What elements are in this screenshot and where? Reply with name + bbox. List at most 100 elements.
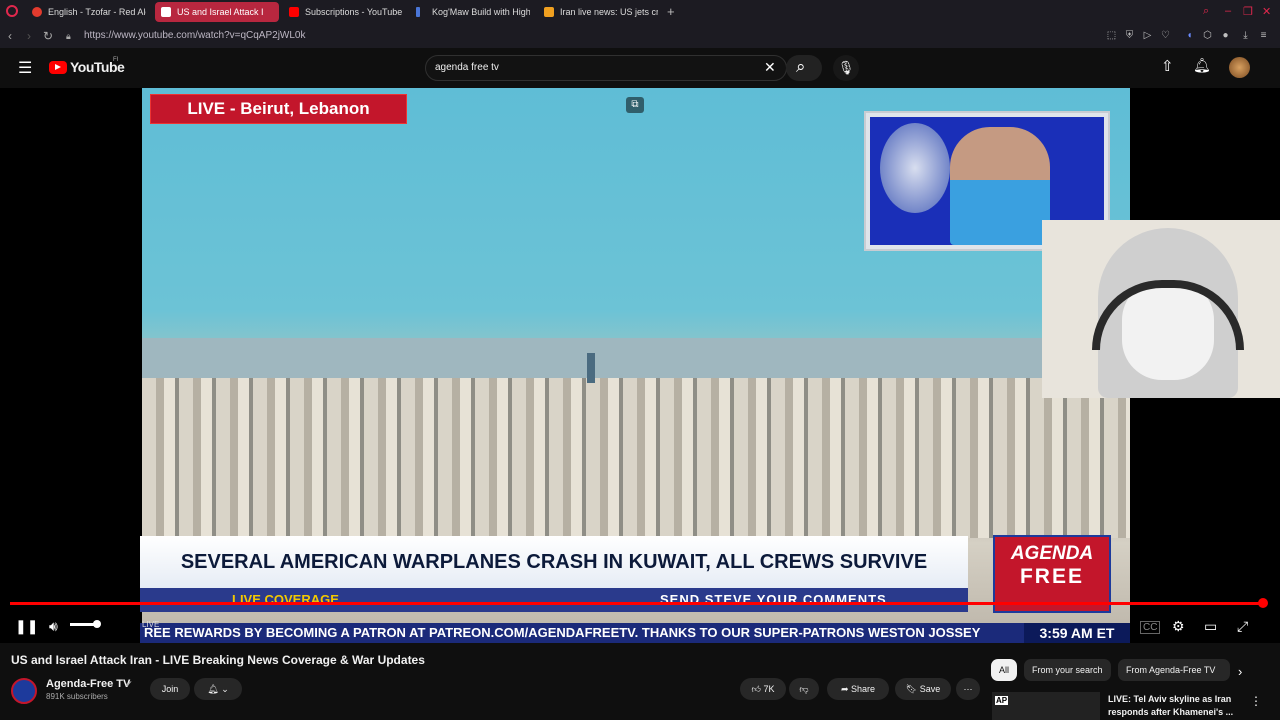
progress-scrubber[interactable] [1258, 598, 1268, 608]
tab-tzofar[interactable]: English - Tzofar - Red Alert [26, 2, 146, 22]
save-button[interactable]: 🔖︎ Save [895, 678, 951, 700]
captions-icon[interactable]: CC [1140, 621, 1161, 634]
miniplayer-icon[interactable]: ⧉ [626, 97, 644, 113]
youtube-logo-play-icon [55, 64, 61, 70]
recommendation-menu-icon[interactable]: ⋮ [1250, 694, 1262, 708]
heart-icon[interactable]: ♡ [1160, 30, 1171, 41]
download-icon[interactable]: ⤓ [1240, 30, 1251, 41]
volume-icon[interactable]: 🔊︎ [49, 618, 58, 635]
skyline-buildings [142, 378, 1130, 538]
hamburger-menu-icon[interactable]: ☰ [18, 58, 32, 78]
search-icon: ⌕ [796, 57, 806, 76]
tab-current-video[interactable]: US and Israel Attack I [155, 2, 279, 22]
fullscreen-icon[interactable]: ⤢ [1237, 618, 1248, 635]
video-title: US and Israel Attack Iran - LIVE Breakin… [11, 653, 425, 667]
recommendation-title-line2[interactable]: responds after Khamenei's ... [1108, 707, 1233, 717]
notifications-bell-icon[interactable]: 🔔︎ [1193, 57, 1211, 74]
wallet-icon[interactable]: ⬡ [1202, 30, 1213, 41]
tab-title: Kog'Maw Build with Highe [432, 7, 530, 17]
tab-title: English - Tzofar - Red Alert [48, 7, 146, 17]
channel-avatar[interactable] [11, 678, 37, 704]
profile-icon[interactable]: ● [1220, 30, 1231, 41]
filter-chip-all[interactable]: All [991, 659, 1018, 681]
voice-search-icon[interactable]: 🎙︎ [833, 55, 859, 81]
minimize-icon[interactable]: – [1225, 5, 1231, 17]
tower [587, 353, 595, 383]
tab-title: Iran live news: US jets cra [560, 7, 658, 17]
headline-text: SEVERAL AMERICAN WARPLANES CRASH IN KUWA… [180, 551, 928, 573]
subscriber-count: 891K subscribers [46, 692, 108, 701]
close-window-icon[interactable]: ✕ [1262, 5, 1271, 18]
play-icon[interactable]: ▷ [1142, 30, 1153, 41]
country-code: FI [113, 57, 119, 63]
create-upload-icon[interactable]: ⇧ [1161, 57, 1174, 75]
host-figure [950, 127, 1050, 245]
reload-icon[interactable]: ↻ [43, 29, 53, 43]
ticker-clock: 3:59 AM ET [1024, 623, 1130, 643]
news-ticker: REE REWARDS BY BECOMING A PATRON AT PATR… [140, 623, 1130, 643]
snapshot-icon[interactable]: ⬚ [1106, 30, 1117, 41]
join-button[interactable]: Join [150, 678, 190, 700]
like-button[interactable]: 👍︎ 7K [740, 678, 786, 700]
logo-line2: FREE [1019, 565, 1084, 588]
filter-label: All [999, 665, 1010, 675]
globe-graphic [880, 123, 950, 213]
subscribed-bell-button[interactable]: 🔔︎ ⌄ [194, 678, 242, 700]
tab-iran-news[interactable]: Iran live news: US jets cra [538, 2, 658, 22]
location-banner: LIVE - Beirut, Lebanon [150, 94, 407, 124]
shield-icon[interactable]: ⛨ [1124, 30, 1135, 41]
video-player[interactable]: LIVE - Beirut, Lebanon ⧉ SEVERAL AMERICA… [0, 88, 1280, 643]
url-field[interactable]: https://www.youtube.com/watch?v=qCqAP2jW… [84, 30, 306, 41]
search-value: agenda free tv [435, 62, 499, 73]
tab-subscriptions[interactable]: Subscriptions - YouTube [283, 2, 403, 22]
dislike-button[interactable]: 👎︎ [789, 678, 819, 700]
filter-chip-from-channel[interactable]: From Agenda-Free TV [1118, 659, 1230, 681]
volume-knob[interactable] [93, 620, 101, 628]
save-label: Save [919, 684, 941, 694]
speaker-icon [161, 7, 171, 17]
verified-icon: ✔ [125, 679, 133, 689]
restore-icon[interactable]: ❐ [1243, 5, 1253, 18]
channel-name[interactable]: Agenda-Free TV [46, 678, 130, 690]
search-input[interactable]: agenda free tv ✕ [425, 55, 787, 81]
search-button[interactable]: ⌕ [786, 55, 822, 81]
filter-chip-from-search[interactable]: From your search [1024, 659, 1111, 681]
share-icon: ➦ [840, 684, 851, 694]
bookmark-icon: 🔖︎ [905, 684, 920, 694]
clear-search-icon[interactable]: ✕ [764, 59, 776, 76]
settings-gear-icon[interactable]: ⚙︎ [1172, 618, 1185, 635]
share-button[interactable]: ➦ Share [827, 678, 889, 700]
browser-tab-bar: English - Tzofar - Red Alert US and Isra… [0, 0, 1280, 26]
back-icon[interactable]: ‹ [8, 29, 12, 43]
pause-icon[interactable]: ❚❚ [15, 618, 38, 635]
opera-icon[interactable] [6, 5, 18, 17]
share-label: Share [851, 684, 876, 694]
thumbs-down-icon: 👎︎ [799, 684, 809, 694]
join-label: Join [161, 684, 179, 694]
avatar[interactable] [1229, 57, 1250, 78]
search-tabs-icon[interactable]: ⌕ [1203, 5, 1209, 18]
tab-title: US and Israel Attack I [177, 7, 264, 17]
tab-favicon-icon [544, 7, 554, 17]
chevron-right-icon[interactable]: › [1238, 664, 1242, 679]
ticker-text: REE REWARDS BY BECOMING A PATRON AT PATR… [144, 625, 981, 640]
forward-icon[interactable]: › [27, 29, 31, 43]
new-tab-icon[interactable]: + [667, 4, 675, 19]
menu-icon[interactable]: ≡ [1258, 30, 1269, 41]
tab-kogmaw[interactable]: Kog'Maw Build with Highe [410, 2, 530, 22]
ap-badge-icon: AP [995, 696, 1009, 705]
more-actions-button[interactable]: ⋯ [956, 678, 980, 700]
extension-icon[interactable]: ◖ [1184, 30, 1195, 41]
more-horizontal-icon: ⋯ [963, 684, 973, 694]
live-badge[interactable]: LIVE [142, 620, 159, 629]
recommendation-title-line1[interactable]: LIVE: Tel Aviv skyline as Iran [1108, 694, 1231, 704]
lower-third-subbar: LIVE COVERAGE SEND STEVE YOUR COMMENTS [140, 588, 968, 612]
recommendation-thumbnail[interactable]: AP [992, 692, 1100, 720]
headline-lower-third: SEVERAL AMERICAN WARPLANES CRASH IN KUWA… [140, 536, 968, 588]
filter-label: From your search [1032, 665, 1103, 675]
theater-mode-icon[interactable]: ▭ [1204, 618, 1217, 635]
logo-line1: AGENDA [1010, 543, 1094, 564]
progress-bar[interactable] [10, 602, 1264, 605]
tab-favicon-icon [416, 7, 420, 17]
tab-title: Subscriptions - YouTube [305, 7, 403, 17]
